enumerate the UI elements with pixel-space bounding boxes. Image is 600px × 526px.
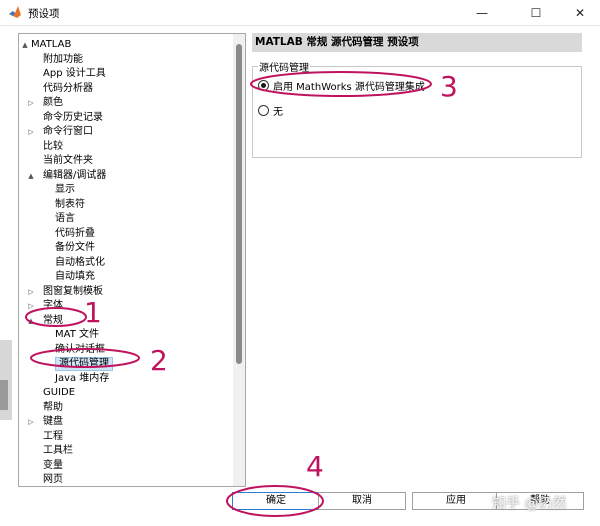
tree-item[interactable]: 工具栏 [43,444,73,458]
tree-item[interactable]: 变量 [43,459,63,473]
tree-item[interactable]: 显示 [55,183,75,197]
tree-item[interactable]: 帮助 [43,401,63,415]
tree-item[interactable]: 当前文件夹 [43,154,93,168]
tree-item[interactable]: 命令行窗口 [43,125,93,139]
expand-arrow-icon[interactable]: ▷ [27,128,35,136]
tree-item[interactable]: 颜色 [43,96,63,110]
expand-arrow-icon[interactable]: ▷ [27,99,35,107]
apply-button[interactable]: 应用 [412,492,500,510]
collapse-arrow-icon[interactable]: ▲ [21,41,29,49]
tree-item[interactable]: Java 堆内存 [55,372,109,386]
tree-item[interactable]: 网页 [43,473,63,486]
tree-scrollbar[interactable] [233,34,245,486]
radio-option-none[interactable]: 无 [258,103,283,118]
tree-item[interactable]: 比较 [43,140,63,154]
collapse-arrow-icon[interactable]: ▲ [27,172,35,180]
tree-item[interactable]: 命令历史记录 [43,111,103,125]
minimize-button[interactable]: — [462,0,502,26]
tree-item[interactable]: 代码折叠 [55,227,95,241]
ok-button[interactable]: 确定 [232,492,320,510]
cancel-button[interactable]: 取消 [318,492,406,510]
tree-item[interactable]: 编辑器/调试器 [43,169,106,183]
tree-item[interactable]: 字体 [43,299,63,313]
tree-item[interactable]: 附加功能 [43,53,83,67]
radio-button-unchecked[interactable] [258,104,269,116]
tree-item[interactable]: App 设计工具 [43,67,106,81]
tree-item[interactable]: GUIDE [43,386,75,400]
tree-item[interactable]: 常规 [43,314,63,328]
preferences-tree[interactable]: ▲ MATLAB 附加功能 App 设计工具 代码分析器 ▷ 颜色 命令历史记录 ▷ 命令行窗口比… [18,33,246,487]
radio-option-mathworks[interactable]: 启用 MathWorks 源代码管理集成 [258,78,425,93]
title-bar: 预设项 — ☐ ✕ [0,0,600,26]
preferences-content-panel: MATLAB 常规 源代码管理 预设项 源代码管理 启用 MathWorks 源… [252,33,586,487]
window-title: 预设项 [28,8,60,20]
matlab-logo-icon [9,6,21,18]
panel-header: MATLAB 常规 源代码管理 预设项 [252,33,582,52]
group-title: 源代码管理 [258,59,310,74]
radio-button-checked[interactable] [258,79,269,91]
expand-arrow-icon[interactable]: ▷ [27,288,35,296]
tree-item[interactable]: 确认对话框 [55,343,105,357]
tree-item[interactable]: 代码分析器 [43,82,93,96]
tree-item[interactable]: 语言 [55,212,75,226]
tree-item[interactable]: 自动格式化 [55,256,105,270]
expand-arrow-icon[interactable]: ▷ [27,418,35,426]
tree-item[interactable]: 源代码管理 [55,357,113,371]
tree-scrollbar-thumb[interactable] [236,44,242,364]
tree-item[interactable]: 制表符 [55,198,85,212]
tree-item[interactable]: MATLAB [31,38,71,52]
close-button[interactable]: ✕ [560,0,600,26]
tree-item[interactable]: 图窗复制模板 [43,285,103,299]
tree-item[interactable]: 备份文件 [55,241,95,255]
tree-item[interactable]: 键盘 [43,415,63,429]
collapse-arrow-icon[interactable]: ▲ [27,317,35,325]
tree-item[interactable]: MAT 文件 [55,328,99,342]
maximize-button[interactable]: ☐ [516,0,556,26]
expand-arrow-icon[interactable]: ▷ [27,302,35,310]
tree-item[interactable]: 工程 [43,430,63,444]
radio-label: 无 [273,106,283,118]
background-window-fragment-dark [0,380,8,410]
watermark: 知乎 @仍然 [492,496,567,512]
radio-label: 启用 MathWorks 源代码管理集成 [273,81,425,93]
tree-item[interactable]: 自动填充 [55,270,95,284]
